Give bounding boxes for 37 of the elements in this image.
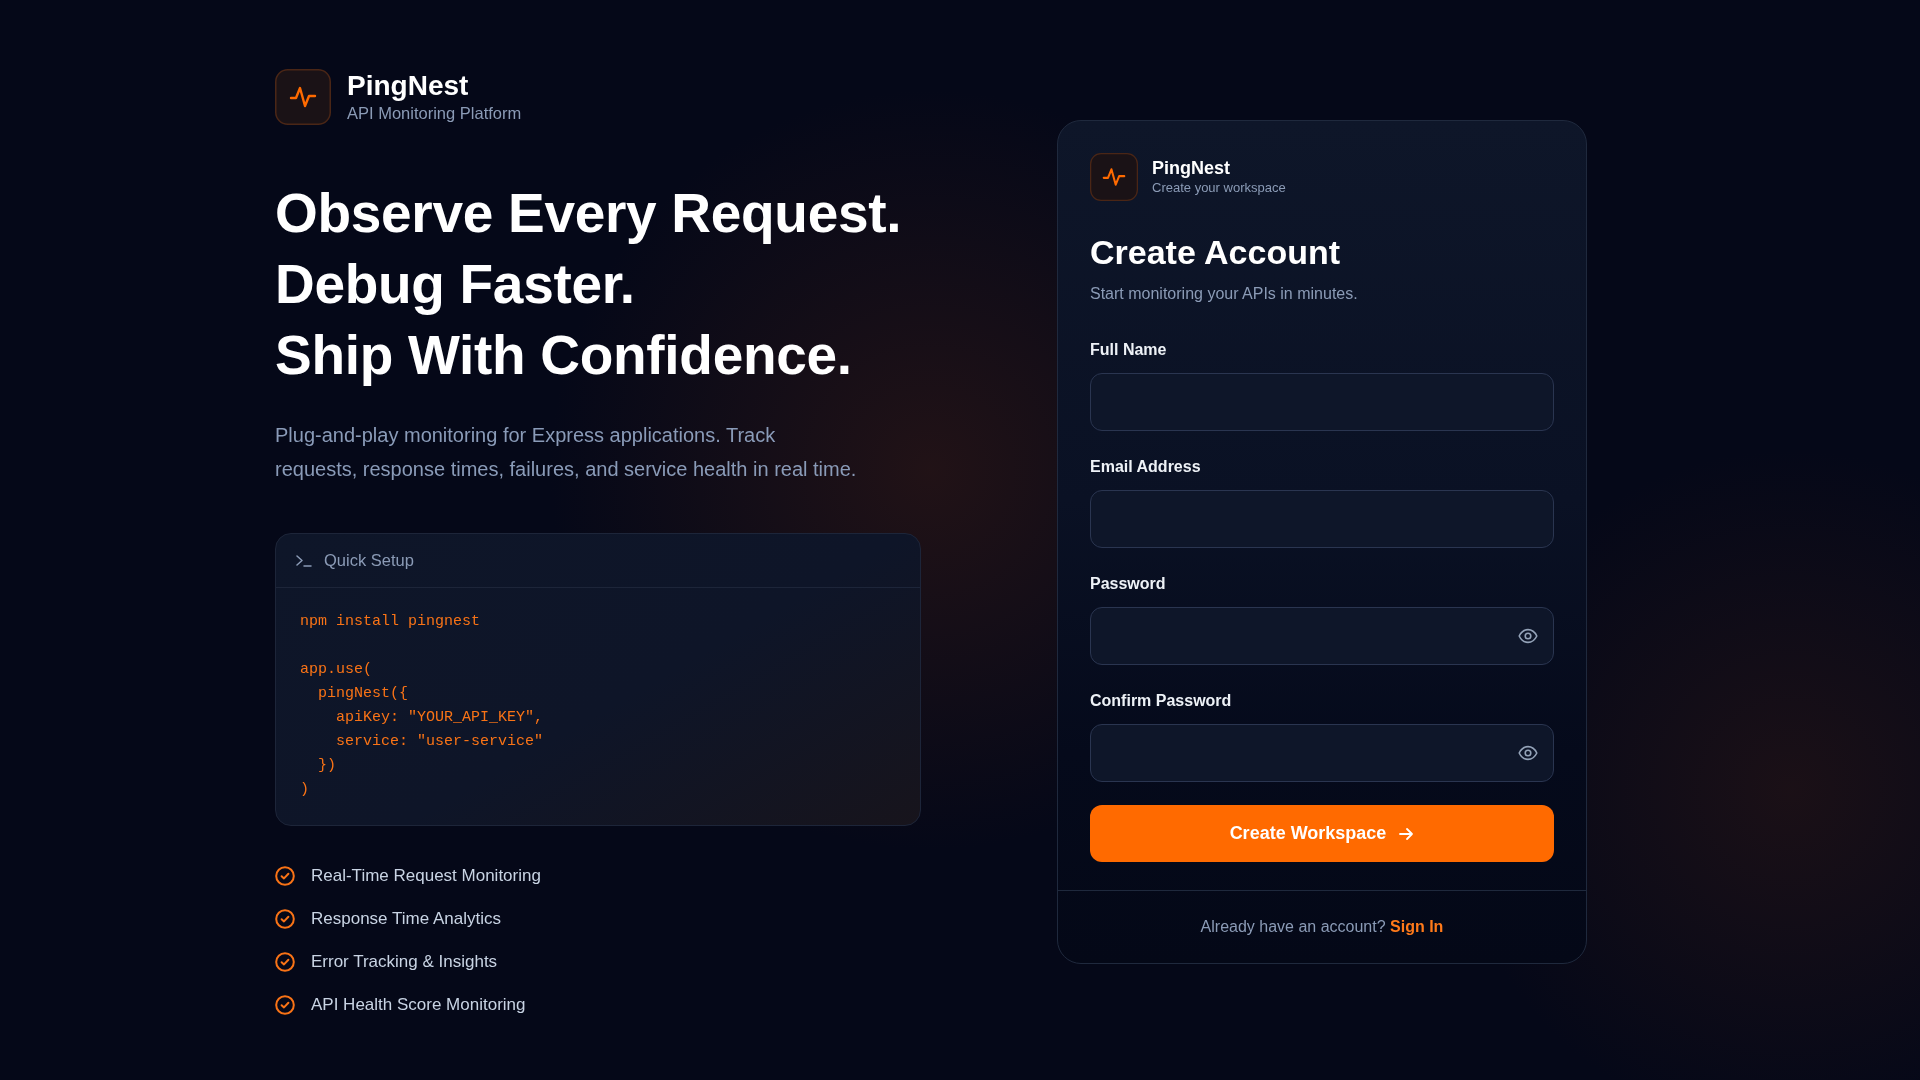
headline: Debug Faster. — [275, 252, 636, 317]
pulse-icon — [1090, 153, 1138, 201]
brand-tagline: API Monitoring Platform — [347, 103, 522, 124]
eye-icon[interactable] — [1518, 743, 1538, 763]
form-subtitle: Start monitoring your APIs in minutes. — [1090, 284, 1359, 304]
pulse-icon — [275, 69, 331, 125]
brand-name: PingNest — [1152, 157, 1231, 179]
feature-text: Error Tracking & Insights — [311, 952, 498, 972]
headline: Ship With Confidence. — [275, 323, 853, 388]
sign-in-prompt: Already have an account? Sign In — [1199, 917, 1445, 937]
headline: Observe Every Request. — [275, 181, 903, 246]
terminal-icon — [296, 554, 312, 567]
panel-title: Quick Setup — [324, 551, 414, 570]
code-snippet: npm install pingnest — [300, 612, 482, 632]
field-label: Email Address — [1090, 457, 1202, 477]
field-label: Confirm Password — [1090, 691, 1233, 711]
arrow-right-icon — [1398, 825, 1415, 842]
feature-text: Response Time Analytics — [311, 909, 501, 929]
field-label: Full Name — [1090, 340, 1168, 360]
form-title: Create Account — [1090, 232, 1342, 273]
password-field[interactable] — [1090, 607, 1554, 665]
code-snippet: app.use( pingNest({ apiKey: "YOUR_API_KEY", service: "user-service" }) ) — [300, 660, 545, 800]
input-field[interactable] — [1090, 373, 1554, 431]
input-field[interactable] — [1090, 490, 1554, 548]
description: Plug-and-play monitoring for Express applications. Track requests, response times, failures, and service health in real time. — [275, 423, 858, 482]
password-field[interactable] — [1090, 724, 1554, 782]
field-label: Password — [1090, 574, 1167, 594]
check-circle-icon — [275, 995, 295, 1015]
check-circle-icon — [275, 952, 295, 972]
feature-text: API Health Score Monitoring — [311, 995, 526, 1015]
brand-name: PingNest — [347, 70, 470, 102]
check-circle-icon — [275, 909, 295, 929]
brand-tagline: Create your workspace — [1152, 179, 1286, 197]
check-circle-icon — [275, 866, 295, 886]
eye-icon[interactable] — [1518, 626, 1538, 646]
sign-in-link[interactable]: Sign In — [1390, 918, 1444, 935]
feature-text: Real-Time Request Monitoring — [311, 866, 541, 886]
